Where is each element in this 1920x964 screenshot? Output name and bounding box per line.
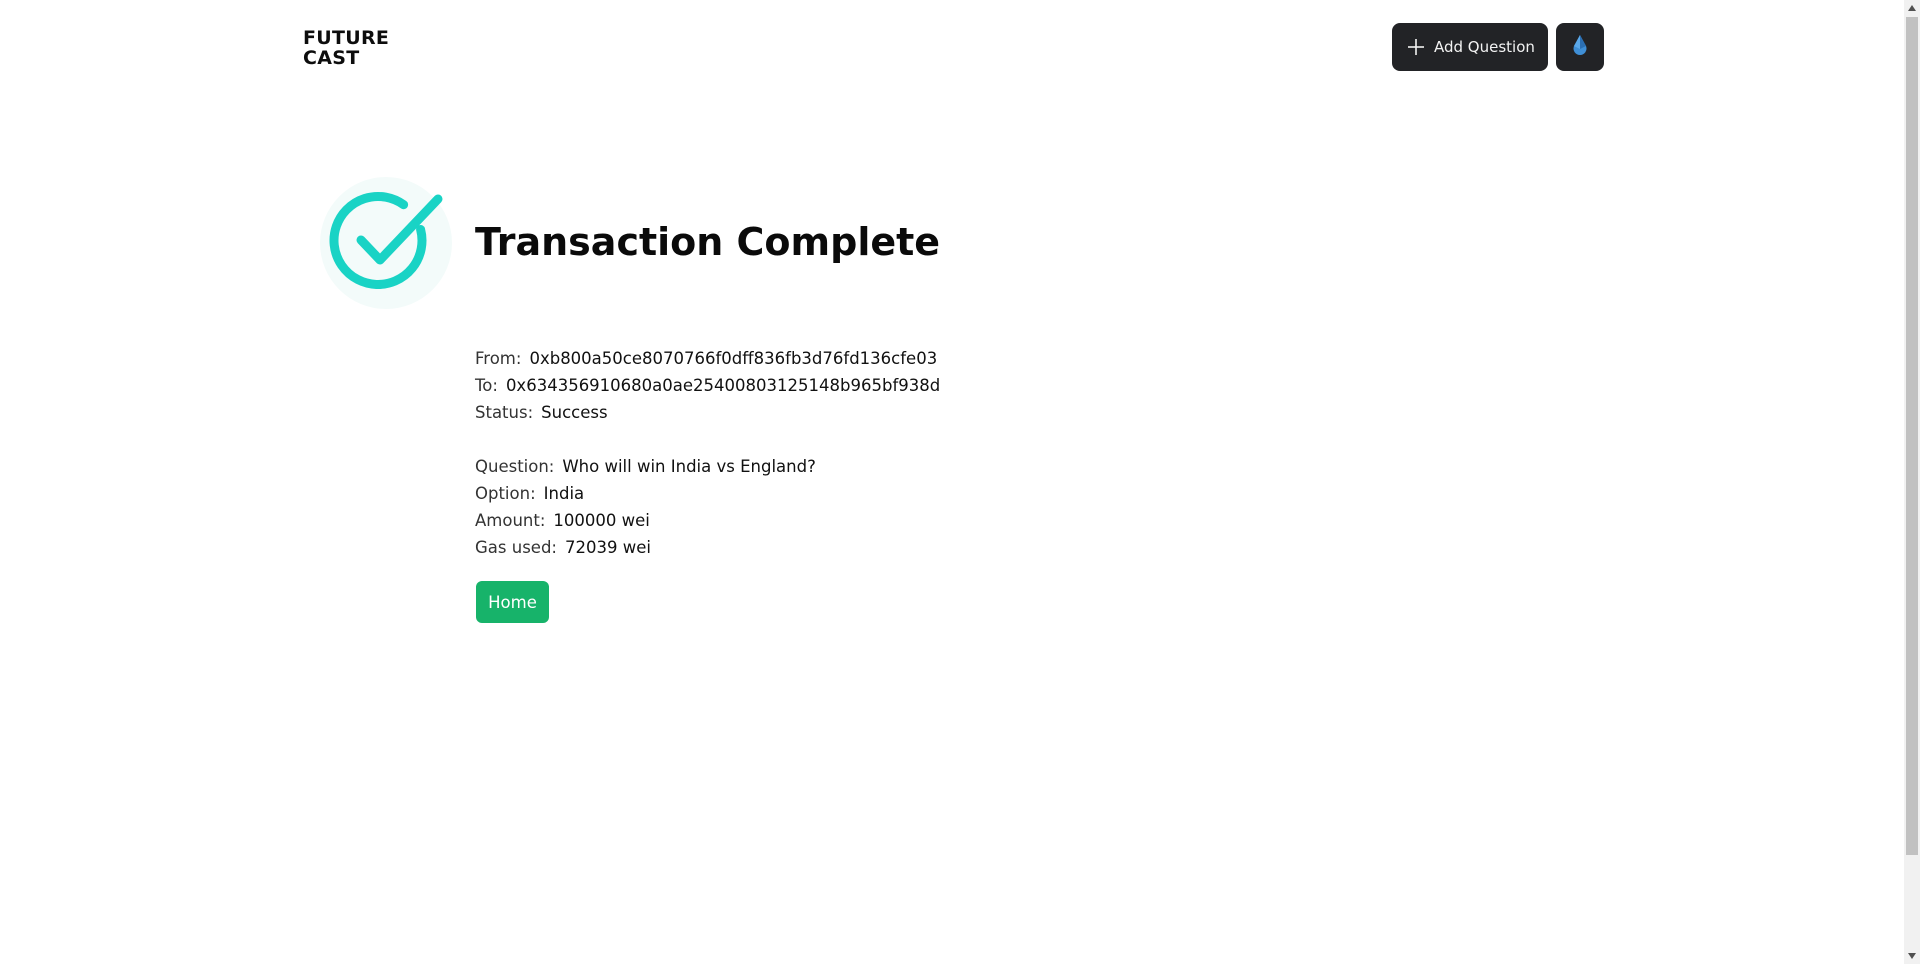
to-label: To: <box>475 376 498 395</box>
scroll-up-icon[interactable] <box>1904 0 1920 16</box>
amount-value: 100000 wei <box>553 511 650 530</box>
add-question-label: Add Question <box>1434 38 1535 56</box>
option-row: Option: India <box>475 480 940 507</box>
ether-drop-icon <box>1572 34 1588 60</box>
plus-icon <box>1406 37 1426 57</box>
scrollbar-thumb[interactable] <box>1906 17 1918 855</box>
status-row: Status: Success <box>475 399 940 426</box>
add-question-button[interactable]: Add Question <box>1392 23 1548 71</box>
logo[interactable]: FUTURE CAST <box>303 28 389 68</box>
from-value: 0xb800a50ce8070766f0dff836fb3d76fd136cfe… <box>529 349 938 368</box>
to-value: 0x634356910680a0ae25400803125148b965bf93… <box>505 376 941 395</box>
status-value: Success <box>541 403 608 422</box>
question-row: Question: Who will win India vs England? <box>475 453 940 480</box>
amount-label: Amount: <box>475 511 546 530</box>
to-row: To: 0x634356910680a0ae25400803125148b965b… <box>475 372 940 399</box>
gas-used-value: 72039 wei <box>564 538 651 557</box>
scroll-down-icon[interactable] <box>1904 948 1920 964</box>
amount-row: Amount: 100000 wei <box>475 507 940 534</box>
from-label: From: <box>475 349 522 368</box>
question-label: Question: <box>475 457 555 476</box>
option-label: Option: <box>475 484 536 503</box>
home-button[interactable]: Home <box>476 581 549 623</box>
page: FUTURE CAST Add Question Transaction Com… <box>0 0 1904 964</box>
status-label: Status: <box>475 403 534 422</box>
wallet-button[interactable] <box>1555 23 1604 71</box>
question-value: Who will win India vs England? <box>562 457 816 476</box>
logo-line-1: FUTURE <box>303 27 390 49</box>
gas-used-label: Gas used: <box>475 538 557 557</box>
transaction-details: From: 0xb800a50ce8070766f0dff836fb3d76fd1… <box>475 345 940 561</box>
page-title: Transaction Complete <box>475 220 941 264</box>
gas-used-row: Gas used: 72039 wei <box>475 534 940 561</box>
vertical-scrollbar[interactable] <box>1904 0 1920 964</box>
from-row: From: 0xb800a50ce8070766f0dff836fb3d76fd1… <box>475 345 940 372</box>
check-circle-icon <box>320 177 452 309</box>
option-value: India <box>543 484 585 503</box>
logo-line-2: CAST <box>303 47 360 69</box>
header-actions: Add Question <box>1392 23 1604 71</box>
